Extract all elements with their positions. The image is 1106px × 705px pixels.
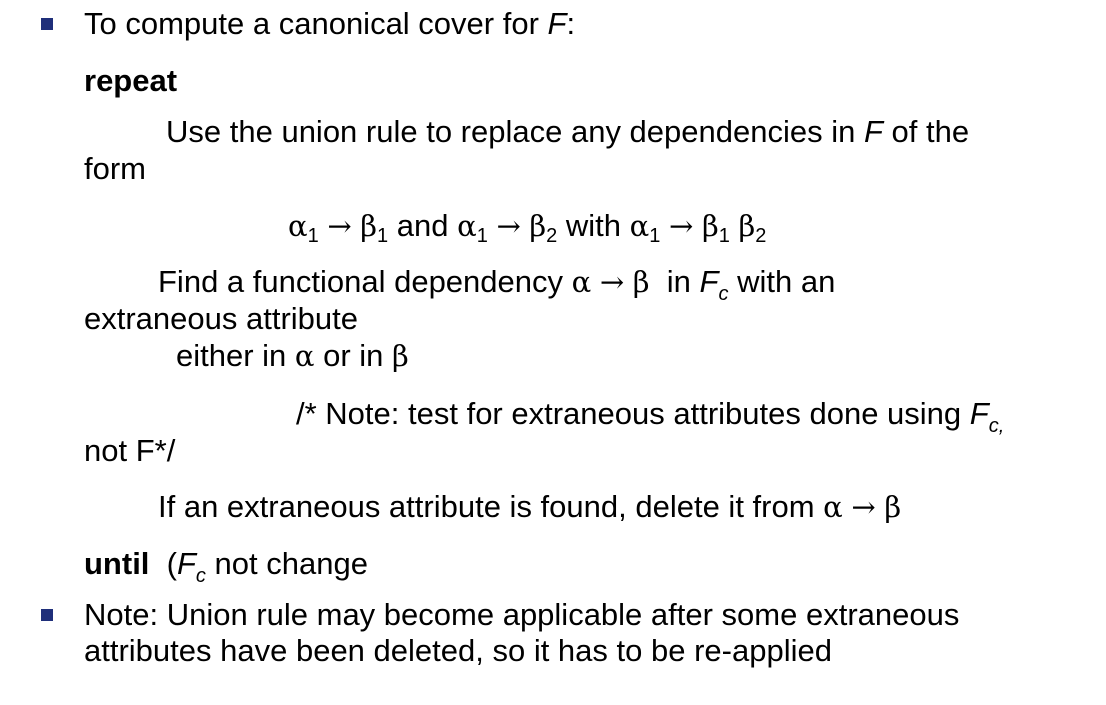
note-text: /* Note: test for extraneous attributes … (296, 396, 970, 431)
note-comment-line-2: not F*/ (84, 433, 176, 468)
find-dependency-line-1: Find a functional dependency α → β in Fc… (158, 264, 836, 304)
union-text: Use the union rule to replace any depend… (166, 114, 864, 149)
and-text: and (388, 208, 458, 243)
union-rule-line-1: Use the union rule to replace any depend… (166, 114, 969, 150)
until-text: not change (205, 546, 368, 581)
if-found-line: If an extraneous attribute is found, del… (158, 489, 901, 525)
arrow-symbol: → (496, 209, 521, 243)
subscript: 2 (546, 225, 558, 247)
alpha-symbol: α (571, 265, 592, 299)
subscript: 2 (755, 225, 767, 247)
if-text: If an extraneous attribute is found, del… (158, 489, 824, 524)
bullet-marker (41, 18, 53, 30)
until-paren: ( (149, 546, 177, 581)
beta-symbol: β (392, 339, 409, 373)
bullet-2-line-2: attributes have been deleted, so it has … (84, 633, 832, 668)
alpha-symbol: α (823, 490, 843, 524)
beta-symbol: β (360, 209, 378, 243)
bullet-marker (41, 609, 53, 621)
find-dependency-line-3: either in α or in β (176, 338, 409, 374)
beta-symbol: β (884, 490, 902, 524)
union-formula: α1 → β1 and α1 → β2 with α1 → β1 β2 (288, 208, 767, 247)
bullet-1-text: To compute a canonical cover for F: (84, 6, 575, 42)
beta-symbol: β (529, 209, 547, 243)
alpha-symbol: α (294, 339, 315, 373)
or-in-text: or in (314, 338, 393, 373)
arrow-symbol: → (669, 209, 694, 243)
subscript: 1 (718, 225, 730, 247)
until-keyword: until (84, 546, 150, 581)
with-text: with (557, 208, 630, 243)
subscript-c: c (195, 565, 206, 587)
colon: : (566, 6, 576, 41)
var-f: F (547, 6, 567, 41)
subscript: 1 (307, 225, 319, 247)
var-f: F (863, 114, 883, 149)
subscript-c: c (718, 283, 729, 305)
note-comment-line-1: /* Note: test for extraneous attributes … (296, 396, 1004, 436)
beta-symbol: β (738, 209, 756, 243)
subscript-c: c, (988, 415, 1005, 437)
beta-symbol: β (632, 265, 650, 299)
in-text: in (649, 264, 700, 299)
union-text-post: of the (882, 114, 970, 149)
find-dependency-line-2: extraneous attribute (84, 301, 359, 336)
alpha-symbol: α (629, 209, 650, 243)
var-f: F (699, 264, 719, 299)
subscript: 1 (377, 225, 389, 247)
subscript: 1 (649, 225, 661, 247)
find-text-post: with an (728, 264, 836, 299)
arrow-symbol: → (599, 265, 625, 299)
alpha-symbol: α (288, 209, 308, 243)
bullet-1-label: To compute a canonical cover for (84, 6, 548, 41)
var-f: F (969, 396, 989, 431)
var-f: F (176, 546, 196, 581)
until-line: until (Fc not change (84, 546, 368, 586)
beta-symbol: β (701, 209, 719, 243)
find-text: Find a functional dependency (158, 264, 572, 299)
arrow-symbol: → (327, 209, 352, 243)
subscript: 1 (476, 225, 488, 247)
either-text: either in (176, 338, 295, 373)
union-rule-line-2: form (84, 151, 146, 186)
arrow-symbol: → (851, 490, 876, 524)
bullet-2-line-1: Note: Union rule may become applicable a… (84, 597, 960, 632)
repeat-keyword: repeat (84, 63, 178, 98)
alpha-symbol: α (457, 209, 477, 243)
